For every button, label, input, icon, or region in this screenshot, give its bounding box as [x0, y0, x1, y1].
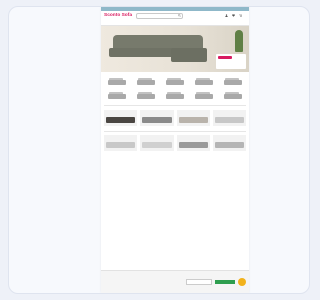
product-card[interactable]: [104, 135, 138, 152]
category-item[interactable]: [219, 76, 246, 87]
trust-badge-icon: [238, 278, 246, 286]
bestsellers-grid: [101, 109, 249, 127]
product-image: [176, 109, 210, 126]
category-item[interactable]: [133, 90, 160, 101]
screenshot-frame: Sconto Sofa: [8, 6, 310, 294]
category-item[interactable]: [104, 90, 131, 101]
product-image: [176, 135, 210, 151]
product-image: [140, 135, 174, 151]
product-card[interactable]: [140, 135, 174, 152]
product-card[interactable]: [176, 109, 210, 127]
category-image: [106, 90, 128, 100]
category-item[interactable]: [162, 90, 189, 101]
hero-banner[interactable]: [101, 26, 249, 72]
category-image: [164, 76, 186, 86]
category-image: [164, 90, 186, 100]
category-image: [193, 90, 215, 100]
product-card[interactable]: [176, 135, 210, 152]
new-arrivals-grid: [101, 135, 249, 152]
category-grid: [101, 76, 249, 101]
web-page: Sconto Sofa: [101, 7, 249, 293]
category-item[interactable]: [190, 76, 217, 87]
search-input[interactable]: [135, 12, 183, 19]
category-item[interactable]: [104, 76, 131, 87]
category-image: [135, 90, 157, 100]
category-image: [106, 76, 128, 86]
category-item[interactable]: [219, 90, 246, 101]
section-divider: [104, 105, 246, 106]
category-item[interactable]: [190, 90, 217, 101]
product-image: [212, 135, 246, 151]
product-card[interactable]: [212, 135, 246, 152]
site-logo[interactable]: Sconto Sofa: [104, 13, 132, 18]
category-image: [135, 76, 157, 86]
product-image: [104, 135, 138, 151]
cart-icon[interactable]: [239, 14, 242, 17]
product-image: [212, 109, 246, 126]
search-icon[interactable]: [178, 14, 181, 17]
category-item[interactable]: [133, 76, 160, 87]
hero-offer-card: [216, 54, 246, 69]
hero-card-button[interactable]: [218, 56, 232, 59]
section-divider: [104, 130, 246, 131]
category-image: [222, 90, 244, 100]
category-image: [222, 76, 244, 86]
newsletter-email-input[interactable]: [186, 279, 212, 285]
category-item[interactable]: [162, 76, 189, 87]
product-card[interactable]: [212, 109, 246, 127]
category-image: [193, 76, 215, 86]
product-card[interactable]: [140, 109, 174, 127]
newsletter-bar: [101, 270, 249, 293]
heart-icon[interactable]: [232, 14, 235, 17]
hero-sofa-chaise: [171, 48, 207, 62]
site-header: Sconto Sofa: [101, 11, 249, 20]
product-card[interactable]: [104, 109, 138, 127]
product-image: [140, 109, 174, 126]
user-icon[interactable]: [225, 14, 228, 17]
newsletter-submit-button[interactable]: [215, 280, 235, 284]
product-image: [104, 109, 138, 126]
plant-image: [235, 30, 243, 52]
